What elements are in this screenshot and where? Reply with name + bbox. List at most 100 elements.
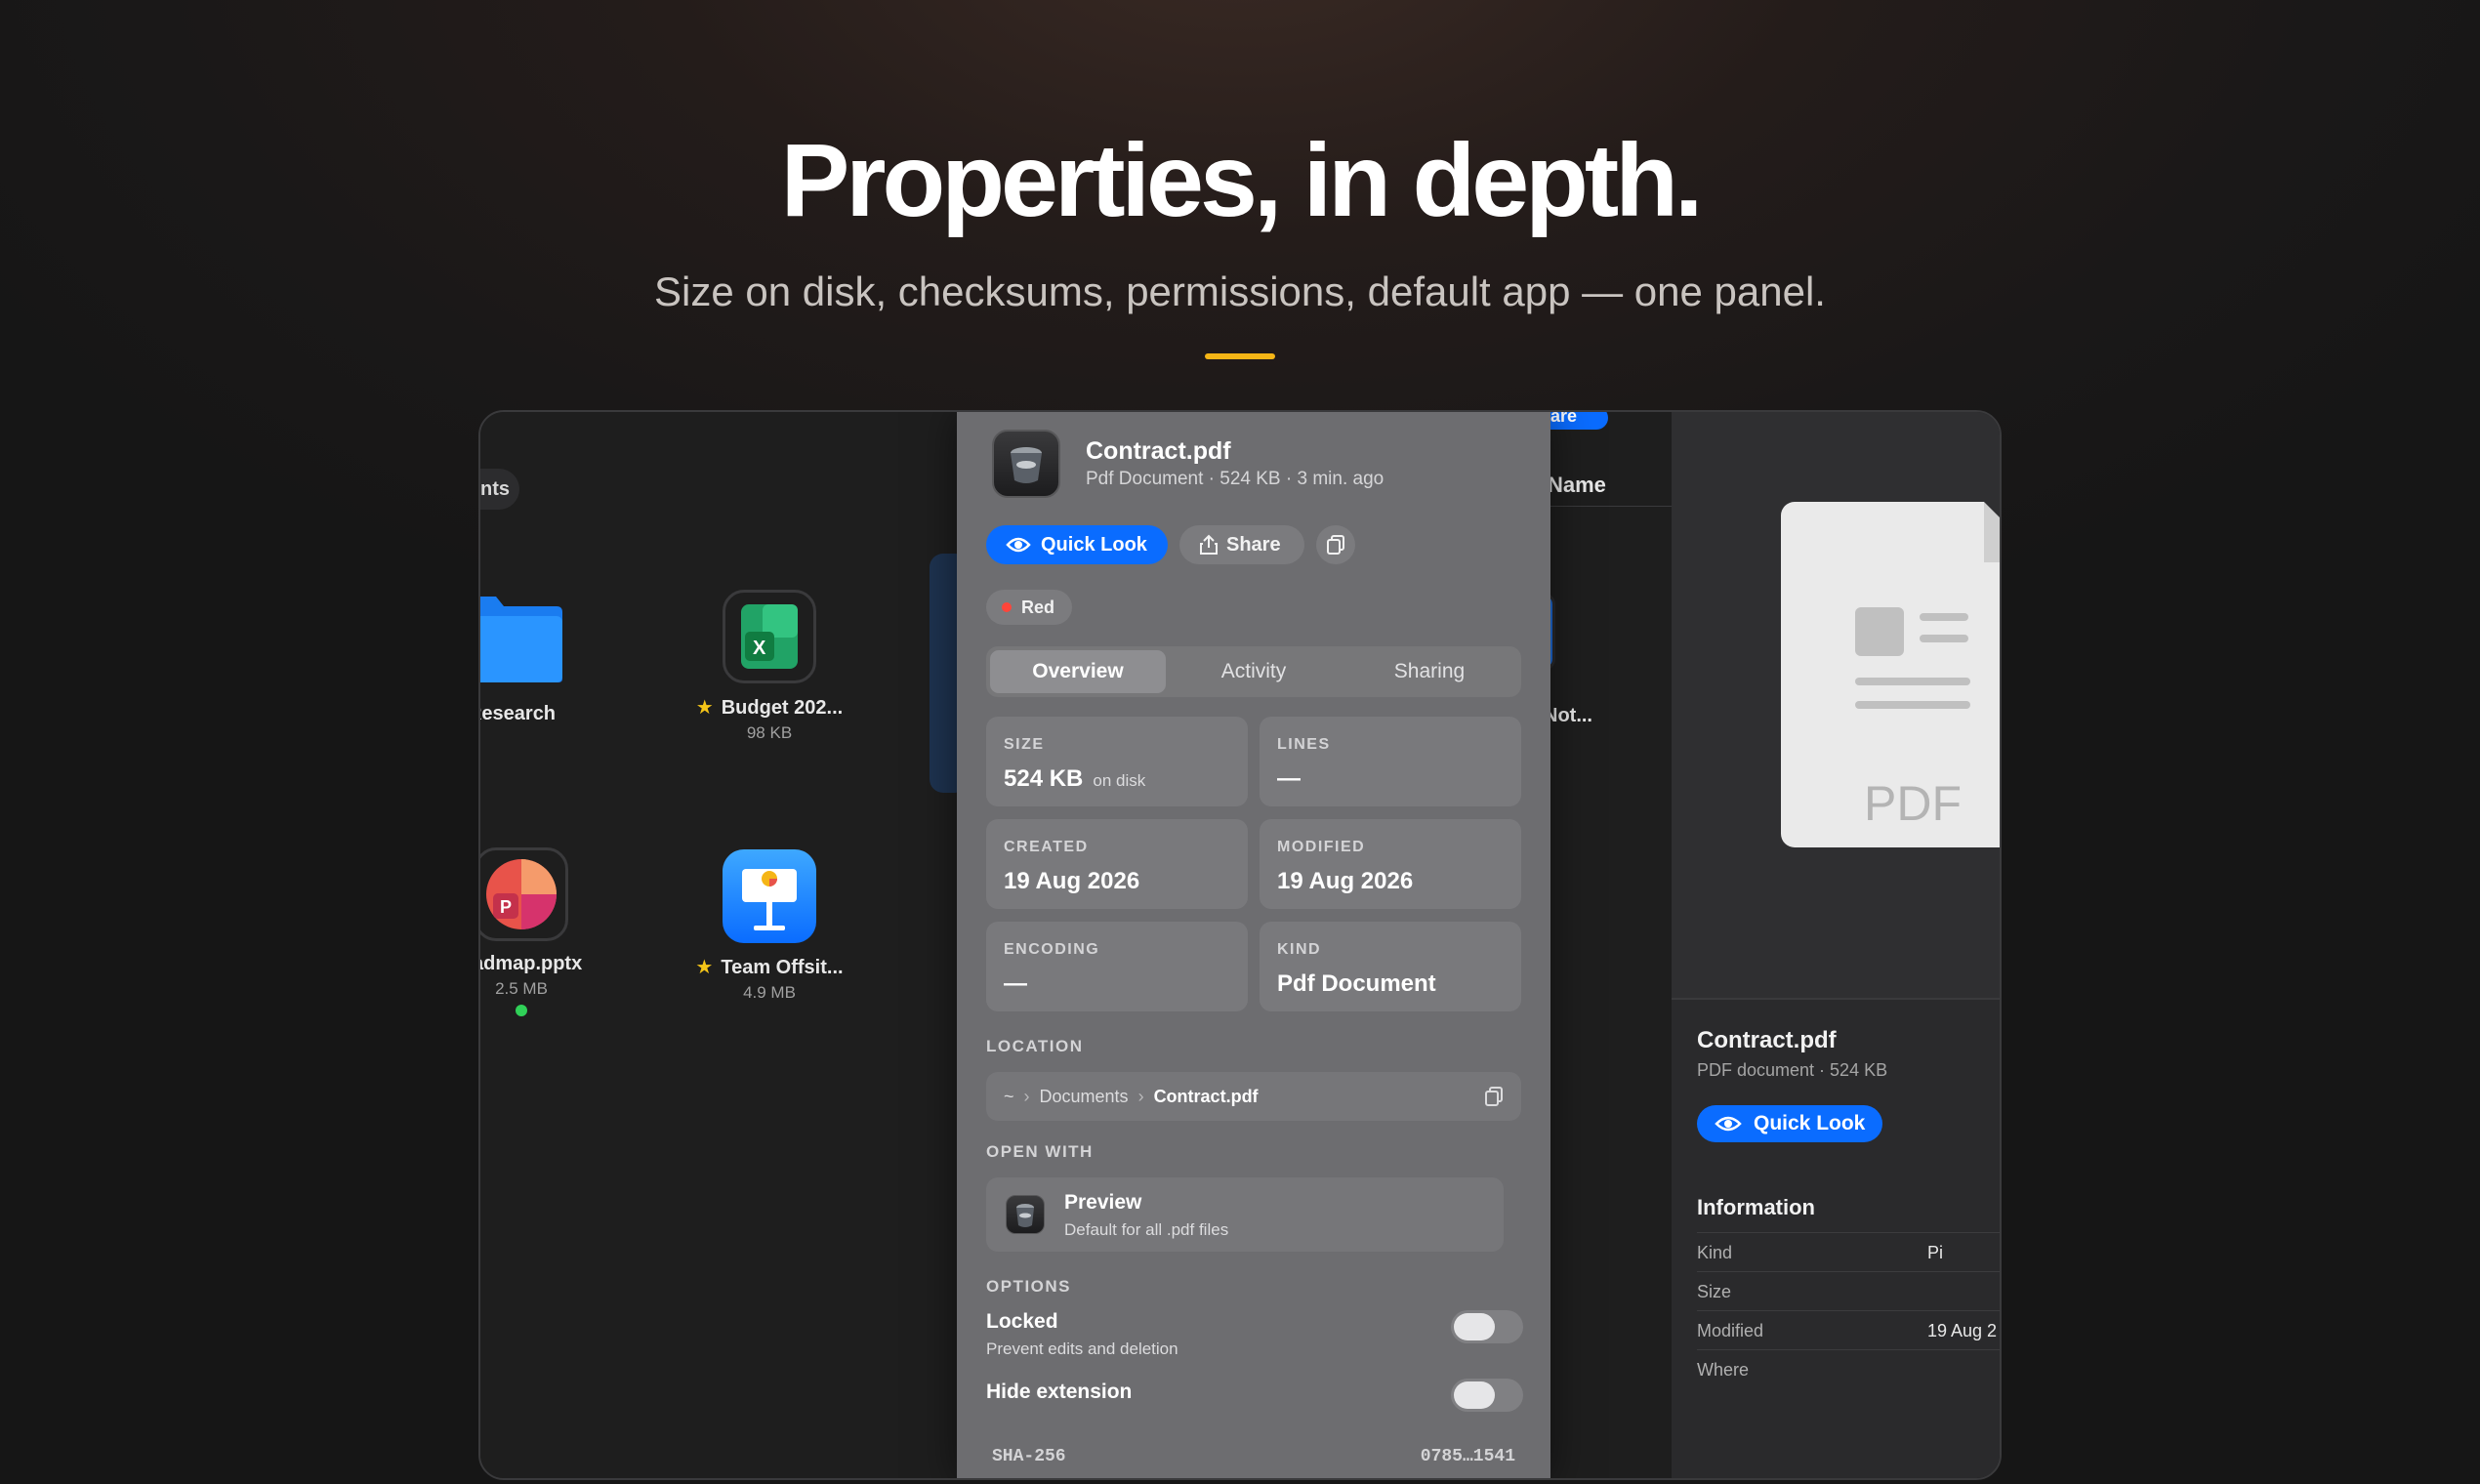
item-size: 98 KB bbox=[746, 723, 793, 742]
sidebar-tab[interactable]: nts bbox=[480, 469, 519, 510]
tab-overview[interactable]: Overview bbox=[990, 650, 1166, 693]
breadcrumb-file[interactable]: Contract.pdf bbox=[1154, 1087, 1259, 1106]
breadcrumb-home[interactable]: ~ bbox=[1004, 1087, 1014, 1106]
preview-app-icon bbox=[1006, 1195, 1045, 1234]
finder-grid-view: nts Research X ★Budget 202... 98 KB bbox=[480, 412, 969, 1478]
file-meta: Pdf Document · 524 KB · 3 min. ago bbox=[1086, 469, 1385, 489]
hide-extension-toggle[interactable] bbox=[1451, 1379, 1523, 1412]
info-row-size: Size bbox=[1697, 1271, 2000, 1310]
hide-extension-label: Hide extension bbox=[986, 1381, 1133, 1403]
star-icon: ★ bbox=[695, 957, 714, 978]
options-heading: OPTIONS bbox=[986, 1277, 1072, 1296]
size-card: SIZE 524 KB on disk bbox=[986, 717, 1248, 806]
preview-app-icon bbox=[992, 430, 1060, 498]
chevron-right-icon: › bbox=[1137, 1087, 1144, 1106]
item-size: 2.5 MB bbox=[495, 979, 548, 998]
item-name: Research bbox=[480, 703, 557, 724]
card-label: KIND bbox=[1277, 941, 1322, 958]
preview-file-meta: PDF document · 524 KB bbox=[1697, 1060, 1888, 1080]
preview-stage: PDF bbox=[1672, 412, 2000, 1000]
file-name: Contract.pdf bbox=[1086, 437, 1231, 465]
location-path[interactable]: ~ › Documents › Contract.pdf bbox=[986, 1072, 1521, 1121]
folder-icon bbox=[480, 597, 562, 682]
card-label: CREATED bbox=[1004, 839, 1089, 855]
grid-item-roadmap[interactable]: P oadmap.pptx 2.5 MB bbox=[480, 847, 629, 1016]
open-with-heading: OPEN WITH bbox=[986, 1142, 1094, 1161]
image-placeholder bbox=[1855, 607, 1904, 656]
properties-panel: Contract.pdf Pdf Document · 524 KB · 3 m… bbox=[957, 412, 1550, 1478]
app-desc: Default for all .pdf files bbox=[1064, 1220, 1229, 1239]
column-header-name[interactable]: Name bbox=[1548, 473, 1606, 498]
lines-card: LINES — bbox=[1260, 717, 1521, 806]
card-value: — bbox=[1277, 765, 1301, 792]
share-icon bbox=[1200, 534, 1218, 555]
tab-activity[interactable]: Activity bbox=[1166, 650, 1342, 693]
card-label: SIZE bbox=[1004, 736, 1045, 753]
preview-quick-look-button[interactable]: Quick Look bbox=[1697, 1105, 1882, 1142]
chevron-right-icon: › bbox=[1023, 1087, 1030, 1106]
card-label: MODIFIED bbox=[1277, 839, 1366, 855]
created-card: CREATED 19 Aug 2026 bbox=[986, 819, 1248, 909]
red-tag-dot bbox=[1002, 602, 1012, 612]
breadcrumb-documents[interactable]: Documents bbox=[1040, 1087, 1129, 1106]
kind-card: KIND Pdf Document bbox=[1260, 922, 1521, 1011]
information-heading: Information bbox=[1697, 1195, 1815, 1219]
card-value: 19 Aug 2026 bbox=[1277, 868, 1414, 894]
toggle-knob bbox=[1454, 1381, 1495, 1409]
color-tag[interactable]: Red bbox=[986, 590, 1072, 625]
star-icon: ★ bbox=[695, 697, 714, 719]
item-name: oadmap.pptx bbox=[480, 953, 583, 974]
hero-title: Properties, in depth. bbox=[780, 123, 1704, 238]
list-item[interactable]: Not... bbox=[1544, 705, 1592, 727]
open-with-app[interactable]: Preview Default for all .pdf files bbox=[986, 1177, 1504, 1252]
page-fold bbox=[1984, 502, 2000, 562]
info-row-modified: Modified 19 Aug 2 bbox=[1697, 1310, 2000, 1349]
eye-icon bbox=[1006, 537, 1031, 553]
pdf-document-icon: PDF bbox=[1781, 502, 2000, 847]
header-divider bbox=[1540, 506, 1672, 507]
modified-card: MODIFIED 19 Aug 2026 bbox=[1260, 819, 1521, 909]
info-row-where: Where bbox=[1697, 1349, 2000, 1388]
preview-file-name: Contract.pdf bbox=[1697, 1027, 1837, 1053]
item-size: 4.9 MB bbox=[743, 983, 796, 1002]
svg-text:X: X bbox=[753, 638, 766, 659]
green-tag-dot bbox=[516, 1005, 527, 1016]
card-label: LINES bbox=[1277, 736, 1331, 753]
locked-label: Locked bbox=[986, 1310, 1058, 1333]
text-line bbox=[1855, 701, 1970, 709]
card-value: Pdf Document bbox=[1277, 970, 1436, 997]
app-name: Preview bbox=[1064, 1191, 1142, 1214]
card-value: 524 KB on disk bbox=[1004, 765, 1146, 792]
hero-subtitle: Size on disk, checksums, permissions, de… bbox=[654, 268, 1826, 314]
locked-toggle[interactable] bbox=[1451, 1310, 1523, 1343]
toggle-knob bbox=[1454, 1313, 1495, 1340]
checksum-value[interactable]: 0785…1541 bbox=[1421, 1447, 1515, 1466]
location-heading: LOCATION bbox=[986, 1037, 1084, 1055]
grid-item-research[interactable]: Research bbox=[480, 593, 619, 725]
finder-list-view: hare Name Not... bbox=[1510, 412, 1672, 1478]
card-value: 19 Aug 2026 bbox=[1004, 868, 1140, 894]
copy-button[interactable] bbox=[1316, 525, 1355, 564]
share-button[interactable]: Share bbox=[1179, 525, 1304, 564]
eye-icon bbox=[1715, 1116, 1742, 1132]
checksum-label: SHA-256 bbox=[992, 1447, 1066, 1466]
text-line bbox=[1855, 678, 1970, 685]
pdf-label: PDF bbox=[1864, 776, 1962, 831]
card-label: ENCODING bbox=[1004, 941, 1100, 958]
hero-accent-bar bbox=[1205, 353, 1275, 359]
keynote-icon bbox=[723, 849, 816, 943]
preview-pane: PDF Contract.pdf PDF document · 524 KB Q… bbox=[1672, 412, 2000, 1478]
text-line bbox=[1920, 635, 1968, 642]
excel-icon: X bbox=[723, 590, 816, 683]
tab-sharing[interactable]: Sharing bbox=[1342, 650, 1517, 693]
grid-item-team-offsite[interactable]: ★ Team Offsit... 4.9 MB bbox=[662, 849, 877, 1003]
item-name: ★ Budget 202... bbox=[695, 697, 844, 719]
copy-path-icon[interactable] bbox=[1484, 1086, 1504, 1107]
quick-look-button[interactable]: Quick Look bbox=[986, 525, 1168, 564]
locked-desc: Prevent edits and deletion bbox=[986, 1340, 1178, 1358]
card-value: — bbox=[1004, 970, 1027, 997]
powerpoint-icon: P bbox=[480, 847, 568, 941]
encoding-card: ENCODING — bbox=[986, 922, 1248, 1011]
item-name: ★ Team Offsit... bbox=[695, 957, 844, 978]
grid-item-budget[interactable]: X ★ Budget 202... 98 KB bbox=[662, 590, 877, 743]
